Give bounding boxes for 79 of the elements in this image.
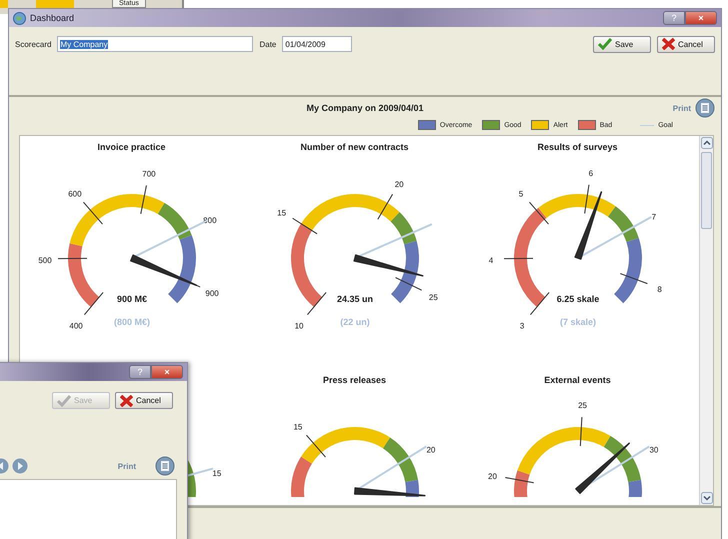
cancel-button[interactable]: Cancel [115,392,173,409]
tick-label: 30 [649,446,658,454]
print-link[interactable]: Print [672,104,691,112]
cancel-button[interactable]: Cancel [657,36,715,52]
gauge-needle [575,442,630,494]
tick-mark [292,218,318,234]
globe-icon [13,12,26,24]
help-button[interactable]: ? [129,365,151,379]
tick-label: 20 [488,472,497,482]
play-icon[interactable] [12,458,28,474]
tick-label: 400 [69,322,83,331]
tick-label: 7 [652,212,656,222]
tick-mark [528,202,549,225]
window-title: Dashboard [30,13,74,23]
tick-mark [580,416,582,447]
text-field[interactable]: My Company [57,36,254,52]
tick-label: 900 [205,289,219,298]
tick-label: 15 [277,208,286,218]
tick-mark [504,258,534,260]
gauge-needle [574,191,602,260]
check-icon [598,38,612,50]
save-button[interactable]: Save [593,36,651,52]
tick-label: 5 [518,189,524,198]
tick-label: 500 [38,256,52,265]
close-button[interactable]: × [151,365,183,379]
tick-label: 15 [212,468,222,478]
gauge-title: Press releases [322,375,386,385]
tick-mark [504,477,534,484]
gauge-needle [354,487,426,496]
tick-mark [395,277,422,291]
tick-label: 15 [293,422,302,432]
print-link[interactable]: Print [118,462,136,470]
tick-label: 25 [428,292,438,302]
goal-label: (800 M€) [114,317,150,327]
tick-mark [530,292,550,316]
scroll-down-icon[interactable] [700,492,712,504]
tick-mark [584,184,590,214]
value-label: 24.35 un [336,294,374,304]
print-icon[interactable] [155,456,175,476]
tick-label: 600 [68,189,82,198]
tick-label: 25 [578,401,587,410]
field-label: Scorecard [15,40,52,48]
tick-label: 20 [426,446,436,454]
tick-mark [620,273,648,284]
gauge-title: Invoice practice [97,142,166,152]
tick-mark [82,202,103,225]
tick-label: 4 [488,256,494,265]
panel-title: My Company on 2009/04/01 [306,103,424,113]
gauge-title: External events [544,375,611,385]
tick-mark [84,292,104,316]
tick-label: 8 [657,285,662,294]
value-label: 900 M€ [116,294,148,304]
tick-label: 6 [588,168,594,178]
close-button[interactable]: × [685,11,717,25]
gauge-needle [353,254,424,277]
tick-mark [377,194,394,220]
tick-mark [306,292,327,316]
field-label: Date [259,40,276,48]
tick-mark [58,258,88,260]
x-icon [120,394,133,406]
gauge-title: Results of surveys [537,142,618,152]
scroll-up-icon[interactable] [700,137,712,149]
help-button[interactable]: ? [663,11,685,25]
check-icon [57,394,71,406]
tick-mark [140,184,147,214]
value-label: 6.25 skale [556,294,600,304]
goal-label: (7 skale) [560,317,596,327]
scroll-thumb[interactable] [701,152,712,229]
tick-label: 3 [520,322,524,331]
tick-label: 10 [294,322,304,331]
print-icon[interactable] [695,98,715,118]
tick-label: 700 [142,170,156,179]
tick-mark [306,434,326,458]
text-field[interactable]: 01/04/2009 [282,36,352,52]
gauge-title: Number of new contracts [300,142,409,152]
x-icon [662,38,675,50]
goal-label: (22 un) [340,317,370,327]
tick-label: 20 [394,180,404,190]
gauge-needle [130,254,198,286]
